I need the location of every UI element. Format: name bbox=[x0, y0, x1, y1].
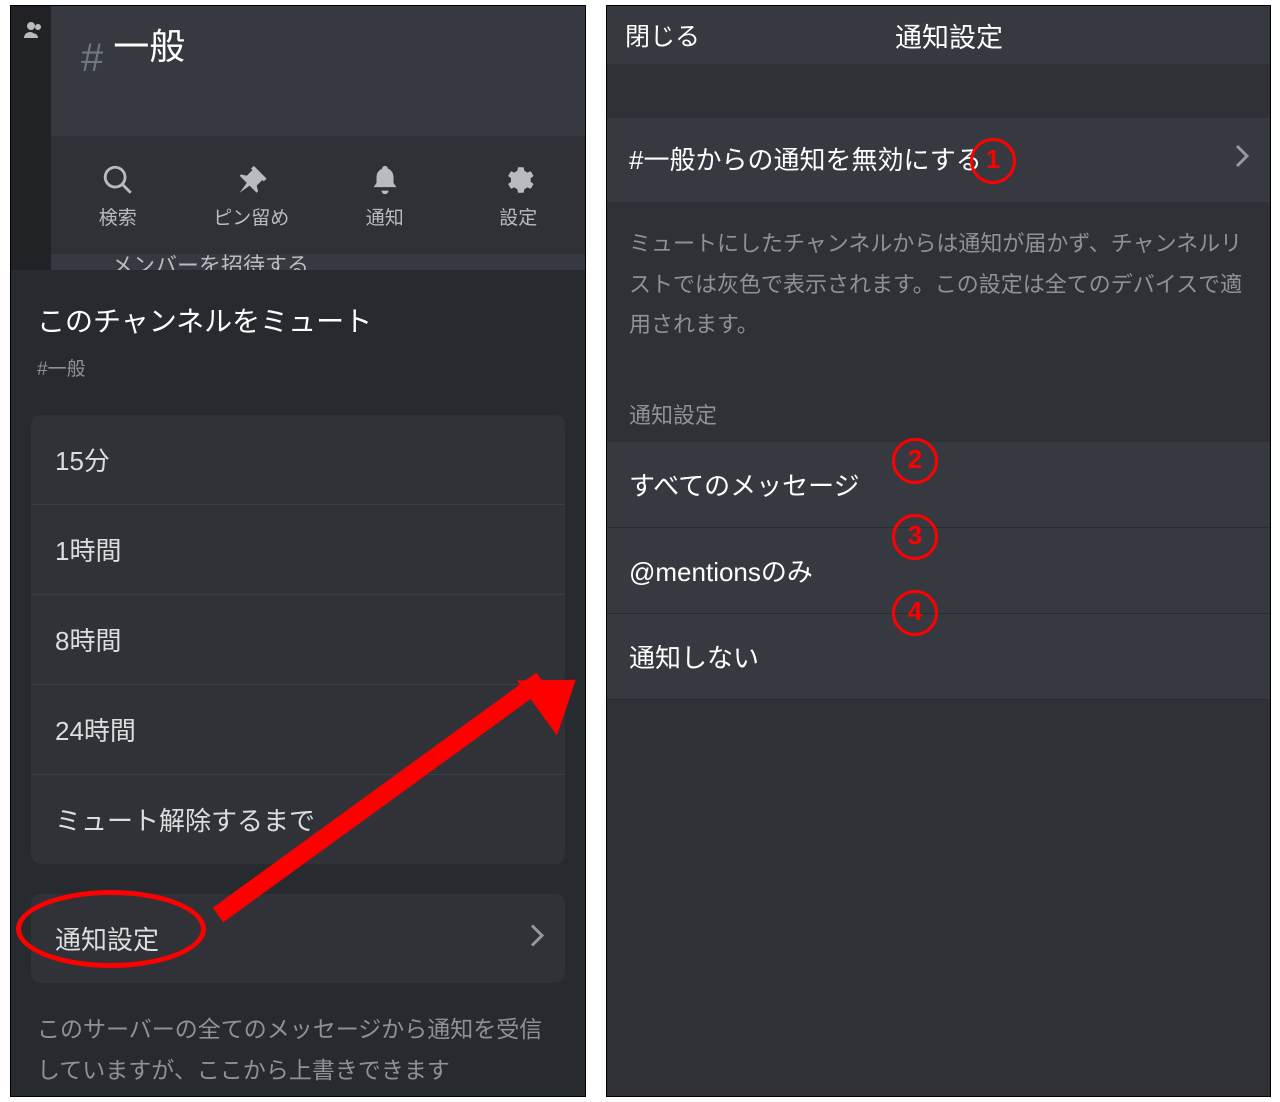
search-label: 検索 bbox=[51, 203, 185, 230]
chevron-right-icon bbox=[529, 922, 545, 955]
mute-option-1hour[interactable]: 1時間 bbox=[31, 505, 565, 595]
disable-notifications-label: #一般からの通知を無効にする bbox=[629, 145, 982, 175]
notify-action[interactable]: 通知 bbox=[318, 163, 452, 230]
sheet-title: このチャンネルをミュート bbox=[11, 270, 585, 340]
option-all-messages[interactable]: すべてのメッセージ bbox=[607, 442, 1270, 528]
channel-name: 一般 bbox=[103, 26, 185, 67]
option-no-notifications[interactable]: 通知しない bbox=[607, 614, 1270, 700]
mute-option-15min[interactable]: 15分 bbox=[31, 415, 565, 505]
channel-action-bar: 検索 ピン留め 通知 設定 bbox=[51, 136, 585, 256]
hash-icon: # bbox=[51, 6, 103, 81]
modal-header: 閉じる 通知設定 bbox=[607, 6, 1270, 64]
mute-duration-list: 15分 1時間 8時間 24時間 ミュート解除するまで bbox=[31, 415, 565, 864]
option-mentions-only[interactable]: @mentionsのみ bbox=[607, 528, 1270, 614]
channel-header: #一般 bbox=[51, 6, 585, 136]
chevron-right-icon bbox=[1234, 118, 1250, 202]
notification-settings-label: 通知設定 bbox=[55, 925, 159, 955]
pin-action[interactable]: ピン留め bbox=[185, 163, 319, 230]
section-heading-notifications: 通知設定 bbox=[607, 346, 1270, 442]
sheet-subtitle: #一般 bbox=[11, 340, 585, 381]
notify-label: 通知 bbox=[318, 203, 452, 230]
left-phone-screenshot: #一般 検索 ピン留め 通知 設定 メンバーを招待する このチャンネルをミュート bbox=[10, 5, 586, 1097]
gear-icon bbox=[501, 163, 535, 197]
settings-action[interactable]: 設定 bbox=[452, 163, 586, 230]
pin-label: ピン留め bbox=[185, 203, 319, 230]
right-phone-screenshot: 閉じる 通知設定 #一般からの通知を無効にする ミュートにしたチャンネルからは通… bbox=[606, 5, 1271, 1097]
pin-icon bbox=[234, 163, 268, 197]
notification-settings-footer: このサーバーの全てのメッセージから通知を受信していますが、ここから上書きできます bbox=[11, 983, 585, 1092]
bell-icon bbox=[368, 163, 402, 197]
settings-label: 設定 bbox=[452, 203, 586, 230]
notification-options-list: すべてのメッセージ @mentionsのみ 通知しない bbox=[607, 442, 1270, 700]
mute-option-8hour[interactable]: 8時間 bbox=[31, 595, 565, 685]
close-button[interactable]: 閉じる bbox=[607, 17, 700, 53]
modal-body: #一般からの通知を無効にする ミュートにしたチャンネルからは通知が届かず、チャン… bbox=[607, 64, 1270, 1096]
members-icon bbox=[19, 18, 43, 42]
search-icon bbox=[101, 163, 135, 197]
disable-notifications-explanation: ミュートにしたチャンネルからは通知が届かず、チャンネルリストでは灰色で表示されま… bbox=[607, 202, 1270, 346]
disable-notifications-row[interactable]: #一般からの通知を無効にする bbox=[607, 118, 1270, 202]
modal-title: 通知設定 bbox=[700, 16, 1270, 55]
mute-channel-sheet: このチャンネルをミュート #一般 15分 1時間 8時間 24時間 ミュート解除… bbox=[11, 270, 585, 1096]
mute-option-24hour[interactable]: 24時間 bbox=[31, 685, 565, 775]
search-action[interactable]: 検索 bbox=[51, 163, 185, 230]
mute-option-until-unmute[interactable]: ミュート解除するまで bbox=[31, 775, 565, 864]
notification-settings-button[interactable]: 通知設定 bbox=[31, 894, 565, 983]
